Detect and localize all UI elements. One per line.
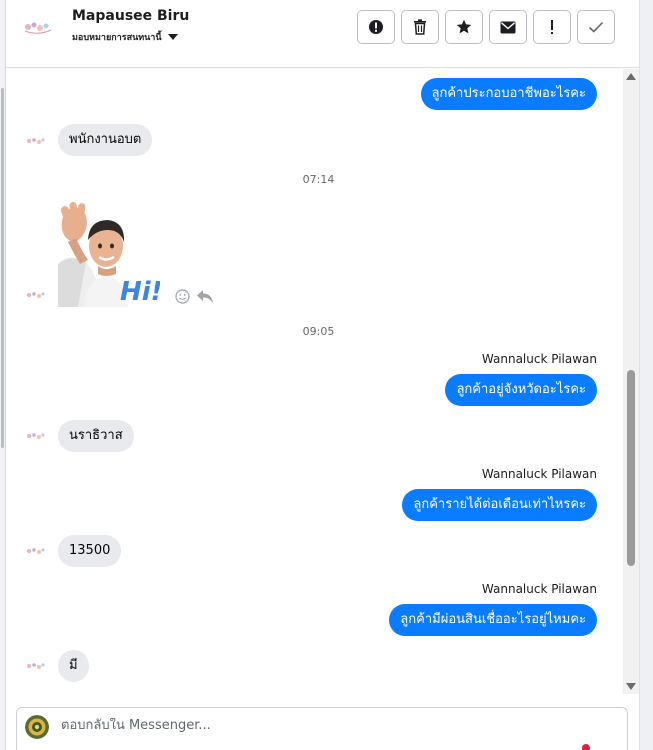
outgoing-message[interactable]: ลูกค้ารายได้ต่อเดือนเท่าไหรคะ: [402, 489, 597, 521]
contact-name[interactable]: Mapausee Biru: [72, 8, 189, 24]
contact-avatar-small: [27, 292, 45, 298]
sender-name: Wannaluck Pilawan: [481, 467, 597, 481]
check-icon: [588, 21, 604, 33]
timestamp: 09:05: [302, 325, 335, 338]
envelope-icon: [500, 21, 516, 33]
conversation-header: Mapausee Biru มอบหมายการสนทนานี้: [6, 0, 639, 68]
mark-spam-button[interactable]: [357, 10, 395, 44]
message-input[interactable]: [61, 718, 601, 733]
alert-circle-icon: [369, 20, 383, 34]
contact-avatar-small: [27, 663, 45, 669]
timestamp: 07:14: [302, 173, 335, 186]
message-thread[interactable]: ลูกค้าประกอบอาชีพอะไรคะ พนักงานอบต 07:14…: [6, 69, 623, 694]
trash-icon: [414, 19, 426, 35]
mark-done-button[interactable]: [577, 10, 615, 44]
contact-avatar-small: [27, 433, 45, 439]
assign-conversation-label: มอบหมายการสนทนานี้: [72, 33, 162, 43]
header-actions: [357, 10, 615, 44]
outgoing-message[interactable]: ลูกค้าประกอบอาชีพอะไรคะ: [420, 78, 597, 110]
message-actions: [175, 289, 214, 304]
left-scrollbar-thumb[interactable]: [1, 88, 4, 448]
delete-button[interactable]: [401, 10, 439, 44]
reply-composer: [16, 707, 628, 750]
caret-down-icon: [167, 34, 178, 40]
contact-avatar[interactable]: [20, 14, 56, 40]
sender-name: Wannaluck Pilawan: [481, 352, 597, 366]
waving-avatar-sticker[interactable]: Hi!: [58, 202, 160, 307]
incoming-message[interactable]: 13500: [58, 535, 122, 567]
right-panel-edge: [639, 0, 653, 750]
exclamation-icon: [551, 20, 553, 34]
scrollbar-thumb[interactable]: [627, 370, 635, 566]
notification-dot: [582, 744, 590, 750]
page-avatar: [25, 715, 49, 739]
star-button[interactable]: [445, 10, 483, 44]
scroll-up-arrow-icon[interactable]: [626, 73, 636, 80]
contact-avatar-small: [27, 138, 45, 144]
reply-icon[interactable]: [196, 289, 214, 304]
scroll-down-arrow-icon[interactable]: [626, 683, 636, 690]
contact-avatar-small: [27, 548, 45, 554]
star-icon: [456, 19, 472, 34]
sticker-text: Hi!: [120, 277, 160, 307]
incoming-message[interactable]: พนักงานอบต: [58, 124, 153, 156]
follow-up-button[interactable]: [533, 10, 571, 44]
incoming-message[interactable]: นราธิวาส: [58, 420, 134, 452]
mark-unread-button[interactable]: [489, 10, 527, 44]
incoming-message[interactable]: มี: [58, 650, 89, 682]
sender-name: Wannaluck Pilawan: [481, 582, 597, 596]
assign-conversation-dropdown[interactable]: มอบหมายการสนทนานี้: [72, 30, 178, 44]
outgoing-message[interactable]: ลูกค้าอยู่จังหวัดอะไรคะ: [445, 374, 597, 406]
smiley-react-icon[interactable]: [175, 289, 190, 304]
thread-scrollbar[interactable]: [623, 69, 639, 694]
outgoing-message[interactable]: ลูกค้ามีผ่อนสินเชื่ออะไรอยู่ไหมคะ: [389, 604, 597, 636]
